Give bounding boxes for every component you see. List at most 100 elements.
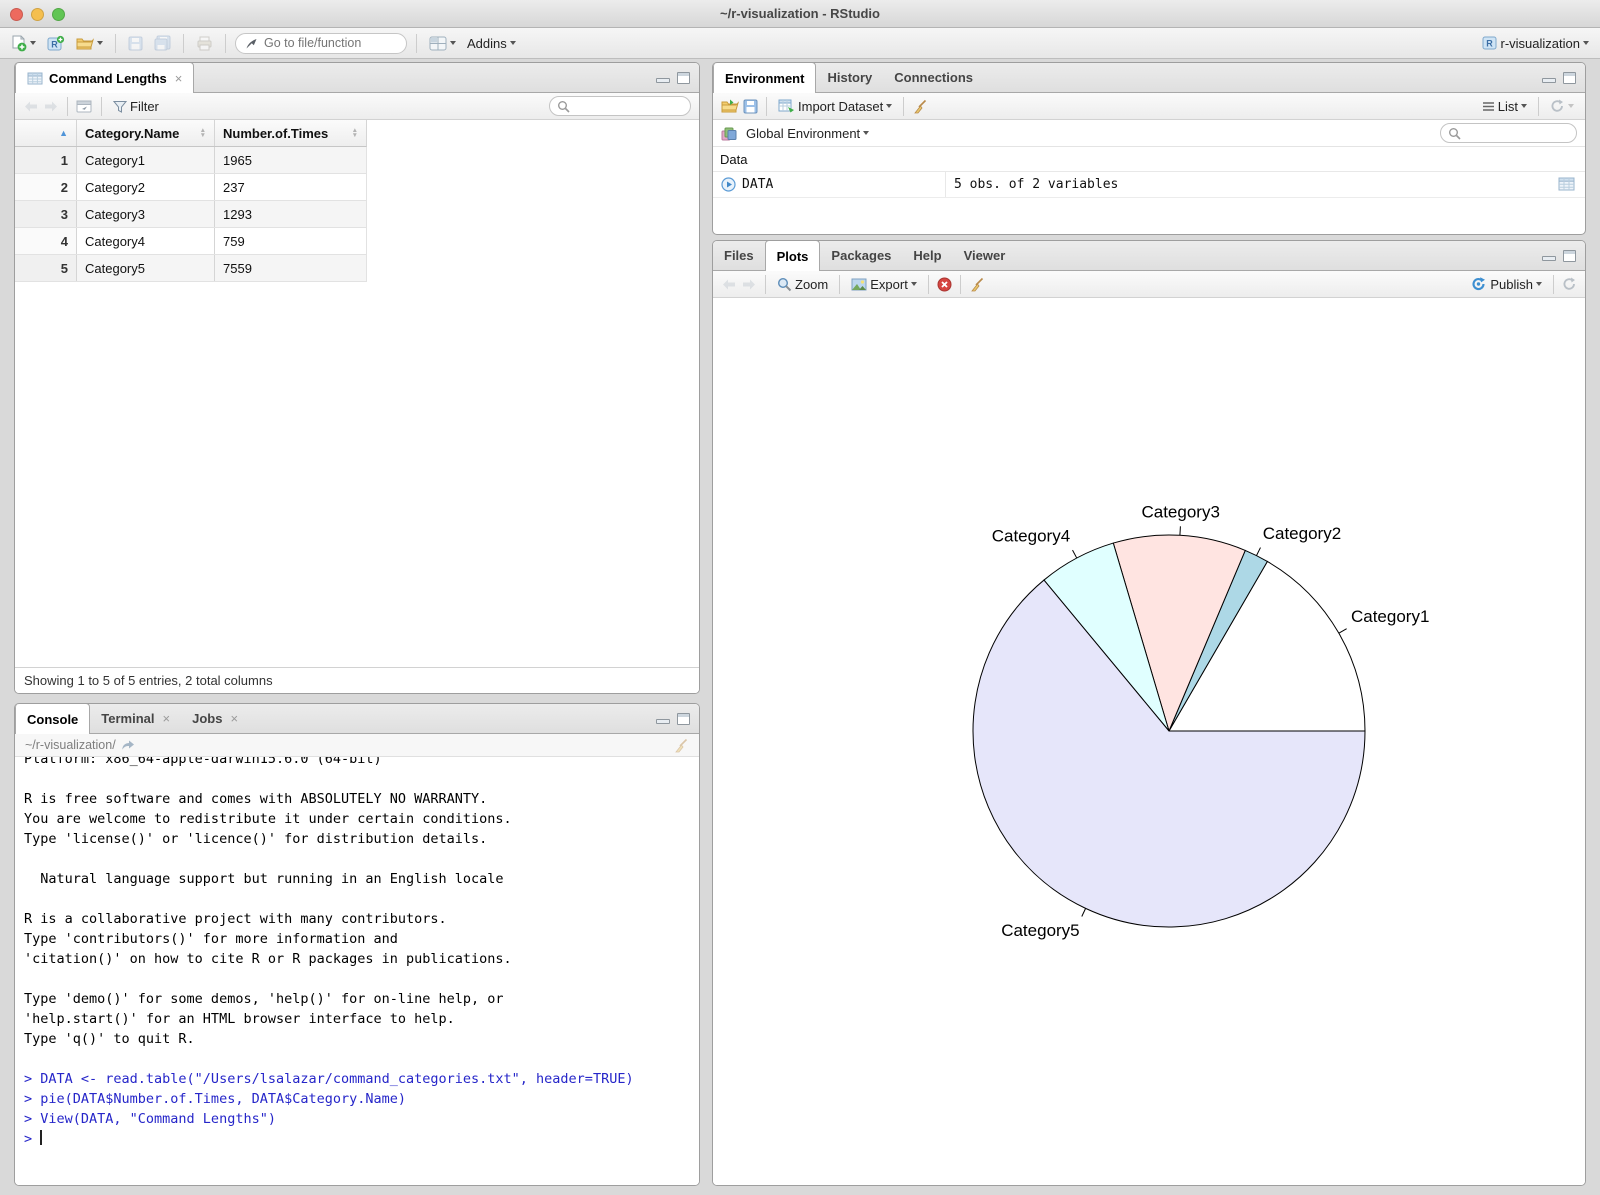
- export-plot-button[interactable]: Export: [848, 275, 920, 294]
- next-plot-icon[interactable]: [741, 278, 757, 291]
- close-tab-icon[interactable]: ×: [175, 71, 183, 86]
- tab-connections[interactable]: Connections: [883, 63, 984, 92]
- new-project-icon: R: [47, 35, 65, 52]
- tab-packages[interactable]: Packages: [820, 241, 902, 270]
- tab-console[interactable]: Console: [15, 704, 91, 734]
- tab-label: History: [827, 69, 873, 85]
- open-file-button[interactable]: [73, 34, 106, 52]
- tab-command-lengths[interactable]: Command Lengths ×: [15, 63, 195, 93]
- minimize-pane-button[interactable]: [656, 719, 670, 724]
- new-project-button[interactable]: R: [44, 33, 68, 54]
- new-file-button[interactable]: [8, 33, 39, 54]
- view-data-grid-icon[interactable]: [1558, 177, 1575, 191]
- table-search-box[interactable]: [549, 96, 691, 116]
- chevron-down-icon: [1568, 104, 1574, 108]
- environment-scope-selector[interactable]: Global Environment: [743, 124, 872, 143]
- tab-plots[interactable]: Plots: [764, 241, 821, 271]
- nav-back-icon[interactable]: [23, 100, 39, 113]
- import-dataset-icon: [778, 99, 795, 113]
- maximize-pane-button[interactable]: [677, 713, 690, 725]
- filter-button[interactable]: Filter: [110, 97, 162, 116]
- maximize-pane-button[interactable]: [1563, 72, 1576, 84]
- console-output-line: R is a collaborative project with many c…: [24, 911, 447, 927]
- open-folder-icon: [76, 36, 94, 50]
- clear-environment-icon[interactable]: [912, 99, 928, 114]
- table-cell: 5: [60, 260, 68, 276]
- chevron-down-icon: [1521, 104, 1527, 108]
- console-output-line: Type 'demo()' for some demos, 'help()' f…: [24, 991, 504, 1007]
- minimize-pane-button[interactable]: [1542, 78, 1556, 83]
- print-button[interactable]: [193, 34, 216, 53]
- tab-jobs[interactable]: Jobs ×: [181, 704, 249, 733]
- maximize-pane-button[interactable]: [677, 72, 690, 84]
- search-icon: [1448, 127, 1461, 140]
- list-view-button[interactable]: List: [1479, 97, 1530, 116]
- new-file-icon: [11, 35, 27, 52]
- previous-plot-icon[interactable]: [721, 278, 737, 291]
- goto-file-input[interactable]: [264, 36, 384, 50]
- expand-object-icon[interactable]: [721, 177, 736, 192]
- environment-search-input[interactable]: [1465, 126, 1571, 140]
- minimize-pane-button[interactable]: [656, 78, 670, 83]
- import-dataset-button[interactable]: Import Dataset: [775, 97, 895, 116]
- console-prompt[interactable]: >: [24, 1129, 690, 1149]
- tab-files[interactable]: Files: [713, 241, 765, 270]
- refresh-environment-button[interactable]: [1547, 97, 1577, 115]
- close-tab-icon[interactable]: ×: [230, 711, 238, 726]
- table-row[interactable]: 3 Category3 1293: [15, 201, 367, 228]
- scope-label: Global Environment: [746, 125, 861, 141]
- workspace-panes-button[interactable]: [426, 34, 459, 53]
- row-number-header[interactable]: ▲: [15, 120, 76, 146]
- table-row[interactable]: 5 Category5 7559: [15, 255, 367, 282]
- minimize-pane-button[interactable]: [1542, 256, 1556, 261]
- tab-viewer[interactable]: Viewer: [953, 241, 1017, 270]
- clear-all-plots-icon[interactable]: [969, 277, 985, 292]
- maximize-pane-button[interactable]: [1563, 250, 1576, 262]
- environment-pane: Environment History Connections Import D…: [712, 62, 1586, 235]
- column-header-category-name[interactable]: Category.Name ▲ ▼: [76, 120, 214, 146]
- filter-funnel-icon: [113, 100, 127, 113]
- environment-object-row[interactable]: DATA 5 obs. of 2 variables: [713, 172, 1585, 198]
- tab-environment[interactable]: Environment: [713, 63, 817, 93]
- remove-plot-icon[interactable]: [937, 277, 952, 292]
- tab-help[interactable]: Help: [902, 241, 952, 270]
- console-output-line: Platform: x86_64-apple-darwin15.6.0 (64-…: [24, 757, 382, 767]
- clear-console-icon[interactable]: [673, 738, 689, 753]
- project-menu-button[interactable]: R r-visualization: [1478, 33, 1592, 53]
- tab-history[interactable]: History: [816, 63, 883, 92]
- table-row[interactable]: 2 Category2 237: [15, 174, 367, 201]
- tab-terminal[interactable]: Terminal ×: [90, 704, 181, 733]
- table-row[interactable]: 1 Category1 1965: [15, 147, 367, 174]
- goto-file-box[interactable]: [235, 32, 407, 54]
- close-tab-icon[interactable]: ×: [163, 711, 171, 726]
- pie-label-tick: [1256, 547, 1261, 556]
- close-window-button[interactable]: [10, 8, 23, 21]
- console-body[interactable]: Platform: x86_64-apple-darwin15.6.0 (64-…: [15, 757, 699, 1185]
- nav-forward-icon[interactable]: [43, 100, 59, 113]
- goto-directory-icon[interactable]: [121, 739, 135, 751]
- table-search-input[interactable]: [574, 99, 680, 113]
- zoom-plot-button[interactable]: Zoom: [774, 275, 831, 294]
- save-workspace-icon[interactable]: [743, 99, 758, 114]
- addins-label: Addins: [467, 35, 507, 51]
- popout-window-icon[interactable]: [76, 99, 93, 113]
- svg-text:R: R: [51, 39, 58, 49]
- minimize-window-button[interactable]: [31, 8, 44, 21]
- save-button[interactable]: [125, 34, 146, 53]
- chevron-down-icon: [863, 131, 870, 135]
- publish-button[interactable]: Publish: [1468, 275, 1545, 294]
- load-workspace-icon[interactable]: [721, 99, 739, 113]
- list-icon: [1482, 101, 1495, 112]
- tab-label: Environment: [725, 70, 805, 86]
- tab-label: Command Lengths: [49, 70, 167, 86]
- environment-search-box[interactable]: [1440, 123, 1577, 143]
- table-row[interactable]: 4 Category4 759: [15, 228, 367, 255]
- zoom-window-button[interactable]: [52, 8, 65, 21]
- save-all-button[interactable]: [151, 33, 174, 53]
- addins-button[interactable]: Addins: [464, 34, 519, 53]
- chevron-down-icon: [1583, 41, 1589, 45]
- column-header-number-of-times[interactable]: Number.of.Times ▲ ▼: [214, 120, 366, 146]
- console-output-line: Natural language support but running in …: [24, 871, 504, 887]
- refresh-plot-icon[interactable]: [1562, 277, 1577, 291]
